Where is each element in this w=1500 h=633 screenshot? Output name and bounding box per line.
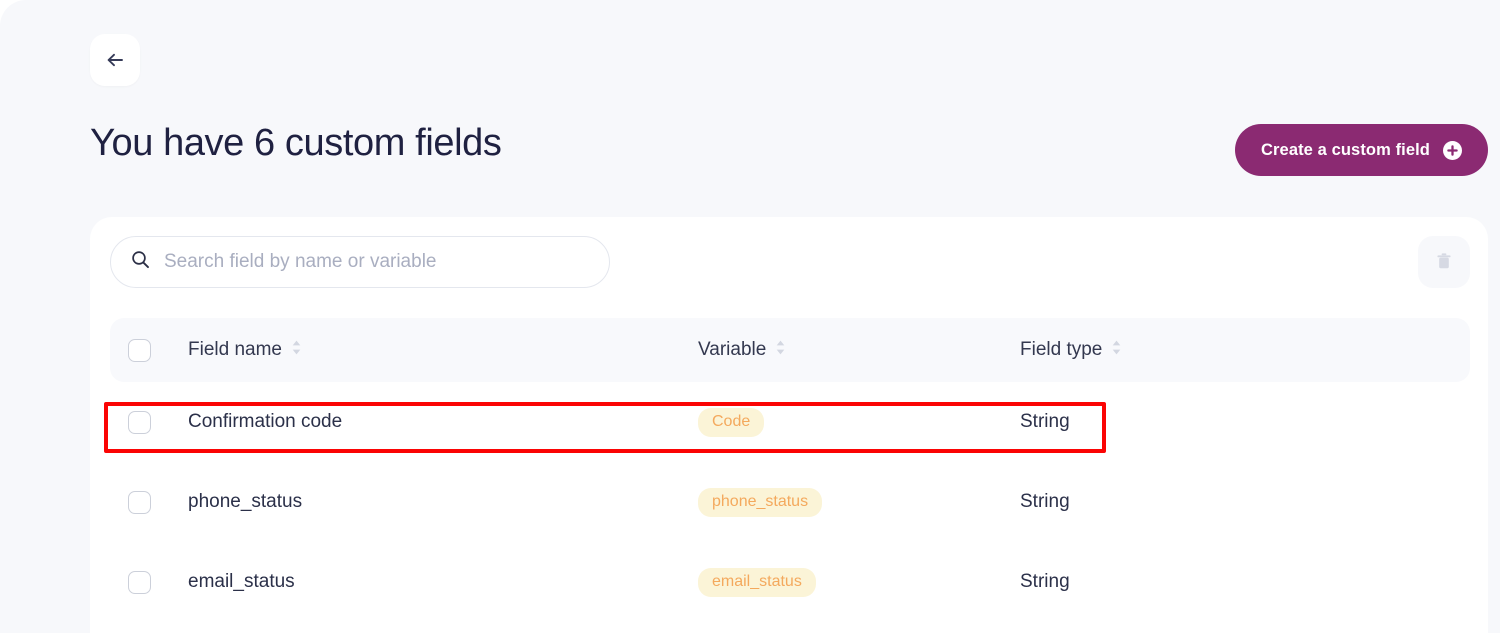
select-all-cell	[128, 338, 188, 362]
row-select-cell	[128, 490, 188, 514]
column-header-field-name-label: Field name	[188, 339, 282, 360]
column-header-variable[interactable]: Variable	[698, 339, 1020, 362]
column-header-field-name[interactable]: Field name	[188, 339, 698, 362]
column-header-field-type-label: Field type	[1020, 339, 1103, 360]
table-row[interactable]: phone_status phone_status String	[110, 462, 1470, 542]
table-header-row: Field name Variable Field type	[110, 318, 1470, 382]
cell-variable: email_status	[698, 567, 1020, 597]
page-title: You have 6 custom fields	[90, 122, 502, 164]
variable-badge: phone_status	[698, 487, 823, 517]
column-header-field-type[interactable]: Field type	[1020, 339, 1470, 362]
cell-field-type: String	[1020, 411, 1070, 432]
cell-variable: Code	[698, 407, 1020, 437]
select-all-checkbox[interactable]	[128, 338, 151, 362]
custom-fields-table: Field name Variable Field type Confirmat…	[110, 318, 1470, 622]
sort-icon[interactable]	[1111, 339, 1122, 362]
cell-field-name: phone_status	[188, 491, 303, 512]
row-select-cell	[128, 570, 188, 594]
table-row[interactable]: email_status email_status String	[110, 542, 1470, 622]
delete-selected-button[interactable]	[1418, 236, 1470, 288]
cell-field-type: String	[1020, 491, 1070, 512]
cell-variable: phone_status	[698, 487, 1020, 517]
row-checkbox[interactable]	[128, 410, 151, 434]
variable-badge: Code	[698, 407, 765, 437]
custom-fields-page: You have 6 custom fields Create a custom…	[0, 0, 1500, 633]
fields-card: Field name Variable	[90, 217, 1488, 633]
plus-circle-icon	[1443, 140, 1462, 160]
search-input[interactable]	[164, 251, 589, 273]
sort-icon[interactable]	[291, 339, 302, 362]
row-checkbox[interactable]	[128, 490, 151, 514]
column-header-variable-label: Variable	[698, 339, 767, 360]
arrow-left-icon	[104, 49, 126, 71]
create-custom-field-label: Create a custom field	[1261, 140, 1430, 159]
search-icon	[131, 250, 150, 274]
cell-field-type: String	[1020, 571, 1070, 592]
variable-badge: email_status	[698, 567, 816, 597]
table-row[interactable]: Confirmation code Code String	[110, 382, 1470, 462]
cell-field-name: email_status	[188, 571, 295, 592]
sort-icon[interactable]	[775, 339, 786, 362]
search-box[interactable]	[110, 236, 610, 288]
row-select-cell	[128, 410, 188, 434]
trash-icon	[1433, 250, 1455, 275]
create-custom-field-button[interactable]: Create a custom field	[1235, 124, 1488, 176]
cell-field-name: Confirmation code	[188, 411, 343, 432]
row-checkbox[interactable]	[128, 570, 151, 594]
back-button[interactable]	[90, 34, 140, 86]
